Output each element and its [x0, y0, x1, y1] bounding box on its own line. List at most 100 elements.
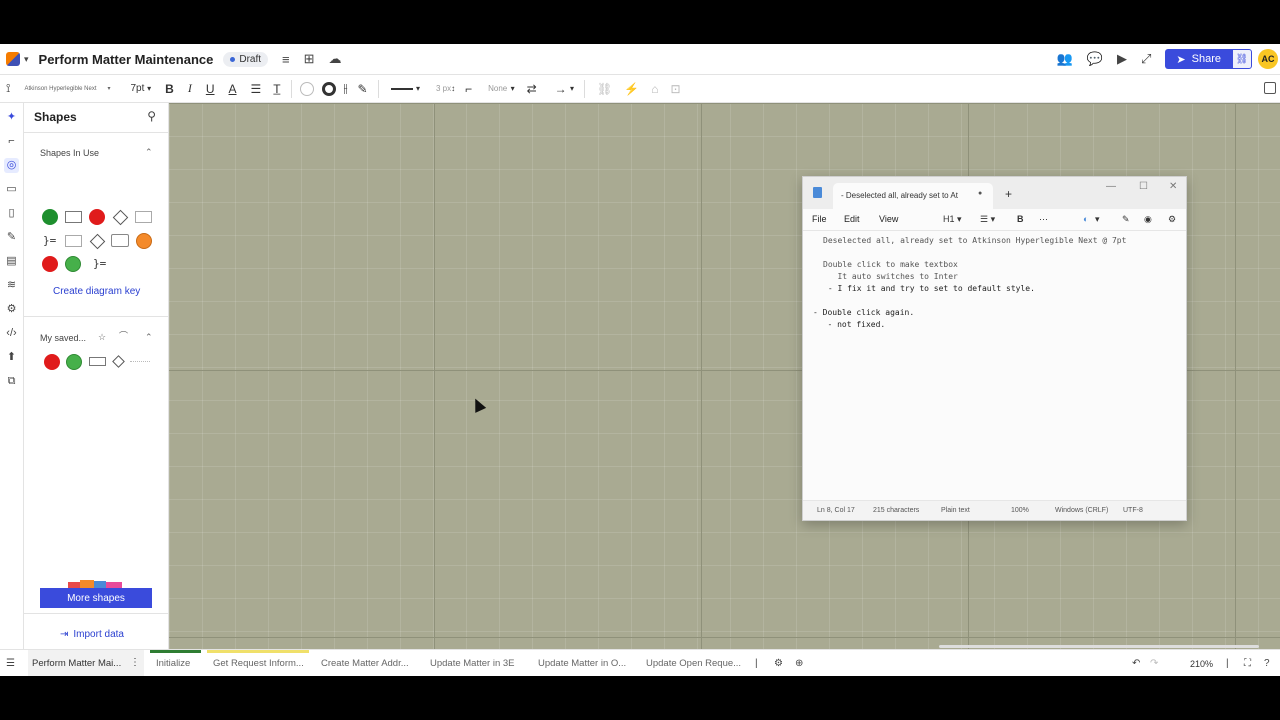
device-icon[interactable]: ▯ — [4, 206, 19, 221]
swap-arrows-icon[interactable]: ⇄ — [527, 82, 537, 96]
shape-diamond[interactable] — [112, 209, 129, 226]
arrow-end-select[interactable]: → ▾ — [555, 82, 574, 96]
fullscreen-icon[interactable]: ⛶ — [1244, 658, 1251, 669]
fill-color-button[interactable] — [299, 81, 314, 96]
shape-rounded-rectangle[interactable] — [111, 234, 129, 247]
align-icon[interactable]: ☰ — [251, 82, 262, 96]
account-icon[interactable]: ◉ — [1144, 214, 1152, 225]
page-list-icon[interactable]: ☰ — [6, 658, 15, 669]
my-saved-title[interactable]: My saved... — [40, 333, 86, 343]
font-family-select[interactable]: Atkinson Hyperlegible Next ▾ — [24, 85, 110, 93]
saved-options-icon[interactable]: ⌒ — [119, 329, 128, 342]
more-shapes-button[interactable]: More shapes — [40, 588, 152, 608]
present-icon[interactable]: ▶ — [1117, 51, 1127, 67]
style-icon[interactable]: ✎ — [358, 82, 368, 96]
container-icon[interactable]: ⌐ — [4, 134, 19, 149]
page-tab[interactable]: Perform Matter Mai... ⋮ — [28, 650, 144, 676]
undo-icon[interactable]: ↶ — [1132, 658, 1140, 669]
star-icon[interactable]: ☆ — [98, 332, 106, 343]
shape-red-circle[interactable] — [89, 209, 105, 225]
chevron-up-icon[interactable]: ⌃ — [145, 147, 153, 158]
horizontal-scrollbar[interactable] — [939, 645, 1259, 648]
maximize-icon[interactable]: ☐ — [1139, 181, 1148, 192]
plugin-icon[interactable]: ⬆ — [4, 350, 19, 365]
cloud-saved-icon[interactable]: ☁ — [329, 51, 342, 67]
close-icon[interactable]: ✕ — [1169, 181, 1177, 192]
shape-rectangle-light[interactable] — [65, 235, 82, 247]
notepad-tab[interactable]: - Deselected all, already set to At — [833, 183, 993, 209]
text-options-icon[interactable]: T̲ — [273, 82, 280, 96]
font-size-select[interactable]: 7pt ▾ — [130, 83, 151, 94]
saved-rectangle[interactable] — [89, 357, 106, 366]
draw-icon[interactable]: ✎ — [4, 230, 19, 245]
tab-unsaved-dot-icon[interactable]: ● — [978, 190, 982, 197]
new-tab-icon[interactable]: + — [1005, 187, 1012, 201]
redo-icon[interactable]: ↷ — [1150, 658, 1158, 669]
collaborators-icon[interactable]: 👥 — [1057, 51, 1073, 67]
minimize-icon[interactable]: — — [1106, 181, 1116, 192]
encoding[interactable]: UTF-8 — [1123, 507, 1143, 514]
menu-view[interactable]: View — [879, 214, 898, 224]
create-diagram-key-link[interactable]: Create diagram key — [53, 286, 140, 297]
shape-annotation-2[interactable]: }= — [93, 257, 106, 270]
shape-annotation[interactable]: }= — [43, 234, 56, 247]
line-width-select[interactable]: 3 px ↕ — [436, 84, 455, 93]
bold-button[interactable]: B — [165, 82, 174, 96]
help-icon[interactable]: ? — [1264, 658, 1270, 669]
action-icon[interactable]: ⚡ — [624, 82, 639, 96]
menu-edit[interactable]: Edit — [844, 214, 860, 224]
search-icon[interactable]: ⚲ — [147, 109, 156, 123]
integrations-icon[interactable]: ⚙ — [4, 302, 19, 317]
lock-icon[interactable]: ⌂ — [651, 82, 658, 96]
data-icon[interactable]: ≋ — [4, 278, 19, 293]
image-icon[interactable]: ▤ — [4, 254, 19, 269]
document-title[interactable]: Perform Matter Maintenance — [39, 52, 214, 67]
shape-rectangle[interactable] — [65, 211, 82, 223]
chevron-down-icon[interactable]: ▾ — [24, 54, 29, 65]
page-options-icon[interactable]: ⋮ — [130, 657, 140, 668]
text-color-button[interactable]: A — [229, 82, 237, 96]
list-select[interactable]: ☰ ▾ — [980, 214, 995, 225]
italic-button[interactable]: I — [188, 81, 192, 96]
menu-file[interactable]: File — [812, 214, 827, 224]
text-format[interactable]: Plain text — [941, 507, 970, 514]
ai-sparkle-icon[interactable]: ✦ — [4, 110, 19, 125]
shapes-in-use-title[interactable]: Shapes In Use — [40, 148, 99, 158]
saved-diamond[interactable] — [112, 355, 125, 368]
line-ending[interactable]: Windows (CRLF) — [1055, 507, 1108, 514]
import-data-button[interactable]: ⇥ Import data — [60, 629, 124, 640]
underline-button[interactable]: U — [206, 82, 215, 96]
line-style-select[interactable]: ▾ — [390, 82, 420, 96]
panel-toggle-icon[interactable] — [1264, 82, 1276, 94]
import-icon[interactable]: ⧉ — [4, 374, 19, 389]
page-tab[interactable]: Update Open Reque... — [640, 650, 744, 676]
saved-green-circle[interactable] — [66, 354, 82, 370]
avatar[interactable]: AC — [1258, 49, 1278, 69]
notepad-text-area[interactable]: Deselected all, already set to Atkinson … — [813, 235, 1178, 331]
line-color-button[interactable] — [321, 81, 336, 96]
saved-connector[interactable] — [130, 361, 150, 362]
structure-icon[interactable]: ⊞ — [304, 51, 315, 67]
more-options-icon[interactable]: ⊡ — [670, 82, 680, 96]
code-icon[interactable]: ‹/› — [4, 326, 19, 341]
shape-light-green-circle[interactable] — [65, 256, 81, 272]
zoom-status[interactable]: 100% — [1011, 507, 1029, 514]
page-settings-icon[interactable]: ⚙ — [774, 658, 783, 669]
menu-icon[interactable]: ≡ — [282, 52, 290, 67]
page-tab[interactable]: Get Request Inform... — [207, 650, 309, 676]
copilot-icon[interactable]: ◐ — [1083, 214, 1088, 224]
bold-icon[interactable]: B — [1017, 214, 1024, 224]
zoom-level[interactable]: 210% — [1190, 659, 1213, 669]
chevron-up-icon[interactable]: ⌃ — [145, 332, 153, 343]
page-tab[interactable]: Create Matter Addr... — [315, 650, 417, 676]
shape-orange-circle[interactable] — [136, 233, 152, 249]
expand-icon[interactable]: ⤢ — [1141, 51, 1151, 67]
page-tab[interactable]: Initialize — [150, 650, 201, 676]
line-shape-icon[interactable]: ⌐ — [465, 82, 472, 96]
more-options-icon[interactable]: ⋯ — [1039, 214, 1048, 225]
shape-process[interactable] — [135, 211, 152, 223]
frame-icon[interactable]: ▭ — [4, 182, 19, 197]
shape-decision[interactable] — [89, 233, 106, 250]
app-logo-icon[interactable] — [6, 52, 20, 66]
shapes-icon[interactable]: ◎ — [4, 158, 19, 173]
